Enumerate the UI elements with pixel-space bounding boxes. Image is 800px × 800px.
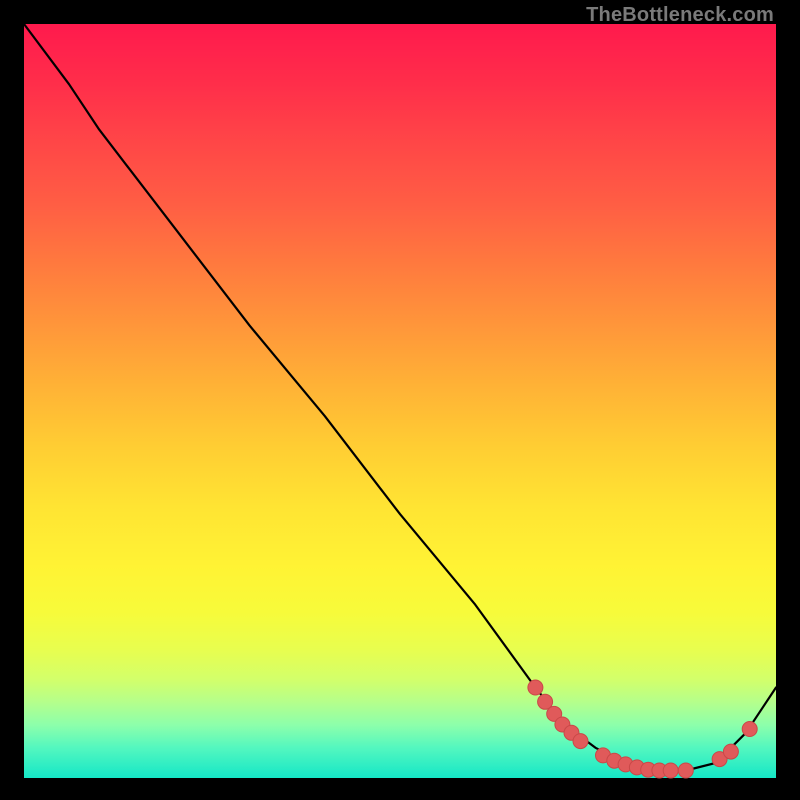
chart-frame: TheBottleneck.com [0,0,800,800]
chart-svg [24,24,776,778]
marker-dot [663,763,678,778]
marker-group [528,680,757,778]
plot-area [24,24,776,778]
marker-dot [573,734,588,749]
marker-dot [678,763,693,778]
marker-dot [723,744,738,759]
bottleneck-curve [24,24,776,771]
marker-dot [528,680,543,695]
marker-dot [742,722,757,737]
